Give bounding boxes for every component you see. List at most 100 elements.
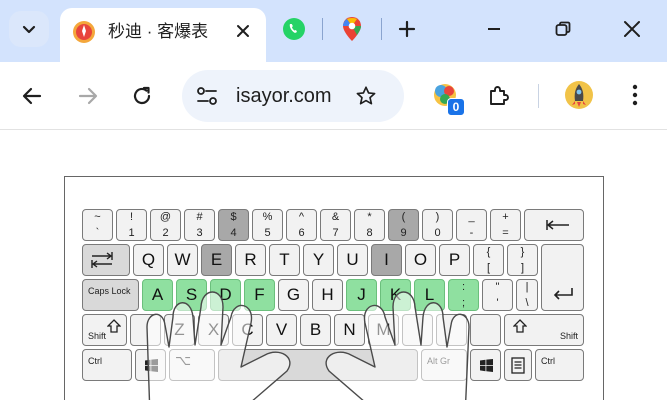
key-4: $4 xyxy=(218,209,249,241)
extension-badge: 0 xyxy=(447,98,465,116)
reload-icon xyxy=(133,86,151,105)
minimize-button[interactable] xyxy=(476,14,512,44)
key-j: J xyxy=(346,279,377,311)
key-left-win xyxy=(135,349,166,381)
close-icon xyxy=(624,21,640,37)
tab-separator xyxy=(322,18,323,40)
key-q: Q xyxy=(133,244,164,276)
tab-arrows-icon xyxy=(91,252,113,268)
tab-separator xyxy=(381,18,382,40)
key-equals: + = xyxy=(490,209,521,241)
key-right-shift: Shift xyxy=(504,314,584,346)
key-backslash: | \ xyxy=(516,279,538,311)
puzzle-icon xyxy=(490,86,509,105)
key-6: ^ 6 xyxy=(286,209,317,241)
key-u: U xyxy=(337,244,368,276)
restore-button[interactable] xyxy=(545,14,581,44)
key-left-alt: ⌥ xyxy=(169,349,215,381)
key-b: B xyxy=(300,314,331,346)
pinned-tab-maps[interactable] xyxy=(339,16,365,42)
site-info-button[interactable] xyxy=(192,82,222,110)
key-2: @2 xyxy=(150,209,181,241)
profile-button[interactable] xyxy=(562,78,596,112)
key-right-ctrl: Ctrl xyxy=(535,349,584,381)
key-slash xyxy=(470,314,501,346)
restore-icon xyxy=(555,21,571,36)
key-comma xyxy=(402,314,433,346)
shift-arrow-icon xyxy=(107,319,121,333)
key-backslash-iso xyxy=(130,314,161,346)
tab-close-button[interactable] xyxy=(230,18,256,44)
key-i: I xyxy=(371,244,402,276)
url-text[interactable]: isayor.com xyxy=(236,84,332,108)
shift-arrow-icon xyxy=(513,319,527,333)
windows-logo-icon xyxy=(145,359,158,372)
back-button[interactable] xyxy=(18,82,46,110)
maps-icon xyxy=(343,17,361,41)
menu-button[interactable] xyxy=(618,78,652,112)
key-0: ) 0 xyxy=(422,209,453,241)
key-z: Z xyxy=(164,314,195,346)
toolbar-separator xyxy=(538,84,539,108)
key-backspace xyxy=(524,209,584,241)
key-k: K xyxy=(380,279,411,311)
tab-title: 秒迪 · 客爆表 xyxy=(108,22,209,41)
key-a: A xyxy=(142,279,173,311)
pinned-tab-whatsapp[interactable] xyxy=(281,16,307,42)
windows-logo-icon xyxy=(480,359,493,372)
key-left-shift: Shift xyxy=(82,314,127,346)
minimize-icon xyxy=(488,28,500,30)
key-period xyxy=(436,314,467,346)
tab-search-button[interactable] xyxy=(9,11,49,47)
key-x: X xyxy=(198,314,229,346)
whatsapp-icon xyxy=(283,18,305,40)
key-enter xyxy=(541,244,584,311)
key-y: Y xyxy=(303,244,334,276)
extensions-menu-button[interactable] xyxy=(482,78,516,112)
forward-button[interactable] xyxy=(74,82,102,110)
tab-strip: 秒迪 · 客爆表 xyxy=(0,0,667,62)
key-tab xyxy=(82,244,130,276)
close-window-button[interactable] xyxy=(614,14,650,44)
tab-active[interactable]: 秒迪 · 客爆表 xyxy=(60,8,266,62)
key-caps-lock: Caps Lock xyxy=(82,279,139,311)
key-h: H xyxy=(312,279,343,311)
address-bar[interactable]: isayor.com xyxy=(182,70,404,122)
key-m: M xyxy=(368,314,399,346)
reload-button[interactable] xyxy=(128,82,156,110)
key-left-ctrl: Ctrl xyxy=(82,349,132,381)
site-favicon-icon xyxy=(73,21,95,43)
key-3: #3 xyxy=(184,209,215,241)
page-content: ~ ` ! 1 @2 #3 $4 % 5 ^ 6 & 7 * 8 (9 ) 0 _ - + = Q… xyxy=(0,131,667,400)
key-5: % 5 xyxy=(252,209,283,241)
key-right-win xyxy=(470,349,501,381)
key-n: N xyxy=(334,314,365,346)
browser-toolbar: isayor.com 0 xyxy=(0,62,667,130)
key-alt-gr: Alt Gr xyxy=(421,349,467,381)
enter-arrow-icon xyxy=(553,288,573,300)
key-backtick: ~ ` xyxy=(82,209,113,241)
key-minus: _ - xyxy=(456,209,487,241)
key-t: T xyxy=(269,244,300,276)
backspace-arrow-icon xyxy=(546,220,569,230)
key-8: * 8 xyxy=(354,209,385,241)
tune-icon xyxy=(197,87,217,105)
key-v: V xyxy=(266,314,297,346)
key-o: O xyxy=(405,244,436,276)
key-g: G xyxy=(278,279,309,311)
chevron-down-icon xyxy=(22,25,36,34)
key-w: W xyxy=(167,244,198,276)
key-p: P xyxy=(439,244,470,276)
bookmark-button[interactable] xyxy=(352,82,380,110)
menu-key-icon xyxy=(511,357,525,374)
keyboard-diagram: ~ ` ! 1 @2 #3 $4 % 5 ^ 6 & 7 * 8 (9 ) 0 _ - + = Q… xyxy=(64,176,604,400)
key-l: L xyxy=(414,279,445,311)
key-space xyxy=(218,349,418,381)
close-icon xyxy=(237,25,249,37)
key-f: F xyxy=(244,279,275,311)
plus-icon xyxy=(398,20,416,38)
new-tab-button[interactable] xyxy=(393,15,421,43)
more-vert-icon xyxy=(632,84,638,106)
key-9: (9 xyxy=(388,209,419,241)
avatar-icon xyxy=(565,81,593,109)
